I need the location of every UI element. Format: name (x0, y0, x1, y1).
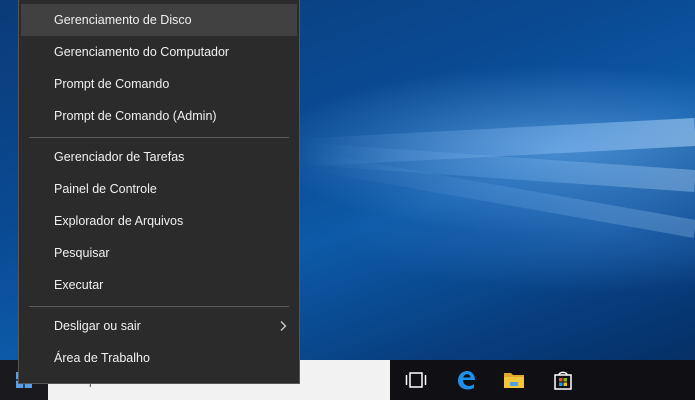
menu-item-search[interactable]: Pesquisar (21, 237, 297, 269)
menu-item-disk-management[interactable]: Gerenciamento de Disco (21, 4, 297, 36)
edge-icon[interactable] (454, 368, 478, 392)
menu-item-computer-management[interactable]: Gerenciamento do Computador (21, 36, 297, 68)
menu-item-file-explorer[interactable]: Explorador de Arquivos (21, 205, 297, 237)
menu-item-run[interactable]: Executar (21, 269, 297, 301)
task-view-icon[interactable] (404, 368, 428, 392)
chevron-right-icon (280, 321, 287, 331)
menu-separator (29, 306, 289, 307)
menu-item-command-prompt-admin[interactable]: Prompt de Comando (Admin) (21, 100, 297, 132)
menu-item-control-panel[interactable]: Painel de Controle (21, 173, 297, 205)
menu-item-label: Desligar ou sair (54, 319, 141, 333)
menu-item-desktop[interactable]: Área de Trabalho (21, 342, 297, 374)
menu-item-command-prompt[interactable]: Prompt de Comando (21, 68, 297, 100)
power-user-menu: Gerenciamento de Disco Gerenciamento do … (18, 0, 300, 384)
file-explorer-icon[interactable] (502, 368, 526, 392)
menu-separator (29, 137, 289, 138)
menu-item-shut-down-or-sign-out[interactable]: Desligar ou sair (21, 310, 297, 342)
menu-item-task-manager[interactable]: Gerenciador de Tarefas (21, 141, 297, 173)
store-icon[interactable] (551, 368, 575, 392)
